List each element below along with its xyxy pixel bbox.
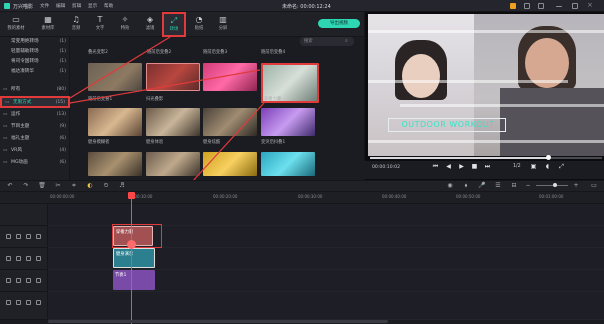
- track-solo-icon[interactable]: [36, 278, 41, 283]
- track-lock-icon[interactable]: [6, 300, 11, 305]
- redo-icon[interactable]: ↷: [22, 182, 30, 190]
- track-audio-icon[interactable]: [26, 278, 31, 283]
- track-header: [0, 270, 48, 292]
- ruler-tick: 00:01:00:00: [539, 194, 564, 199]
- play-icon[interactable]: ▶: [458, 163, 465, 170]
- delete-icon[interactable]: 🗑: [38, 182, 46, 190]
- speed-icon[interactable]: ⏲: [102, 182, 110, 190]
- person-right-shirt: [500, 88, 604, 156]
- track-solo-icon[interactable]: [36, 300, 41, 305]
- ruler-tick: 00:00:30:00: [298, 194, 323, 199]
- annotation-arrow-2: [69, 69, 261, 104]
- glitch-stripe: [400, 104, 604, 107]
- preview-timecode: 00:00:10:02: [372, 165, 401, 170]
- track-audio-icon[interactable]: [26, 256, 31, 261]
- cut-icon[interactable]: ✂: [54, 182, 62, 190]
- render-icon[interactable]: ◉: [446, 182, 454, 190]
- track-audio-icon[interactable]: [26, 300, 31, 305]
- preview-scrubber-knob[interactable]: [546, 155, 551, 160]
- track-solo-icon[interactable]: [36, 256, 41, 261]
- glitch-stripe: [368, 140, 604, 143]
- overlay-title: OUTDOOR WORKOUT: [401, 120, 495, 129]
- track-visibility-icon[interactable]: [16, 278, 21, 283]
- track-header: [0, 204, 48, 226]
- timeline-clip-video[interactable]: 健身演示: [113, 248, 155, 268]
- crop-icon[interactable]: ⌗: [70, 182, 78, 190]
- track-lock-icon[interactable]: [6, 234, 11, 239]
- ruler-tick: 00:00:20:00: [213, 194, 238, 199]
- audio-icon[interactable]: ♬: [118, 182, 126, 190]
- track-audio-icon[interactable]: [26, 234, 31, 239]
- track-lock-icon[interactable]: [6, 256, 11, 261]
- track-lock-icon[interactable]: [6, 278, 11, 283]
- fit-icon[interactable]: ▭: [590, 182, 598, 190]
- playhead-handle[interactable]: [128, 192, 135, 199]
- track-solo-icon[interactable]: [36, 234, 41, 239]
- timeline-clip-audio[interactable]: 节奏1: [113, 270, 155, 290]
- next-frame-icon[interactable]: ⏭: [484, 163, 491, 170]
- voiceover-icon[interactable]: ⊟: [510, 182, 518, 190]
- ruler-tick: 00:00:40:00: [382, 194, 407, 199]
- track-visibility-icon[interactable]: [16, 256, 21, 261]
- snapshot-icon[interactable]: ▣: [530, 163, 537, 170]
- ruler-tick: 00:00:50:00: [456, 194, 481, 199]
- annotation-arrow-1: [69, 36, 171, 99]
- track-header: [0, 292, 48, 320]
- timeline-scrollbar[interactable]: [48, 320, 388, 323]
- ruler-tick: 00:00:00:00: [50, 194, 75, 199]
- glitch-stripe: [368, 80, 568, 83]
- track-visibility-icon[interactable]: [16, 234, 21, 239]
- undo-icon[interactable]: ↶: [6, 182, 14, 190]
- playhead-marker[interactable]: [127, 240, 136, 249]
- zoom-slider-knob[interactable]: [553, 183, 557, 187]
- stop-icon[interactable]: ■: [471, 163, 478, 170]
- fullscreen-icon[interactable]: ⤢: [558, 163, 565, 170]
- preview-scrubber-fill: [370, 157, 548, 159]
- person-left-face: [402, 54, 440, 98]
- track-header: [0, 248, 48, 270]
- playback-ratio[interactable]: 1/2: [513, 164, 521, 169]
- mixer-icon[interactable]: ☰: [494, 182, 502, 190]
- marker-icon[interactable]: ⬧: [462, 182, 470, 190]
- glitch-stripe: [368, 30, 604, 33]
- volume-icon[interactable]: ◖: [544, 163, 551, 170]
- zoom-slider[interactable]: [536, 185, 568, 186]
- track-visibility-icon[interactable]: [16, 300, 21, 305]
- track-header: [0, 226, 48, 248]
- prev-frame-icon[interactable]: ⏮: [432, 163, 439, 170]
- zoom-out-icon[interactable]: −: [524, 182, 532, 190]
- zoom-in-icon[interactable]: +: [572, 182, 580, 190]
- mic-icon[interactable]: 🎤: [478, 182, 486, 190]
- color-icon[interactable]: ◐: [86, 182, 94, 190]
- selected-clip-highlight: [112, 224, 162, 248]
- playhead[interactable]: [131, 192, 132, 324]
- step-back-icon[interactable]: ◀: [445, 163, 452, 170]
